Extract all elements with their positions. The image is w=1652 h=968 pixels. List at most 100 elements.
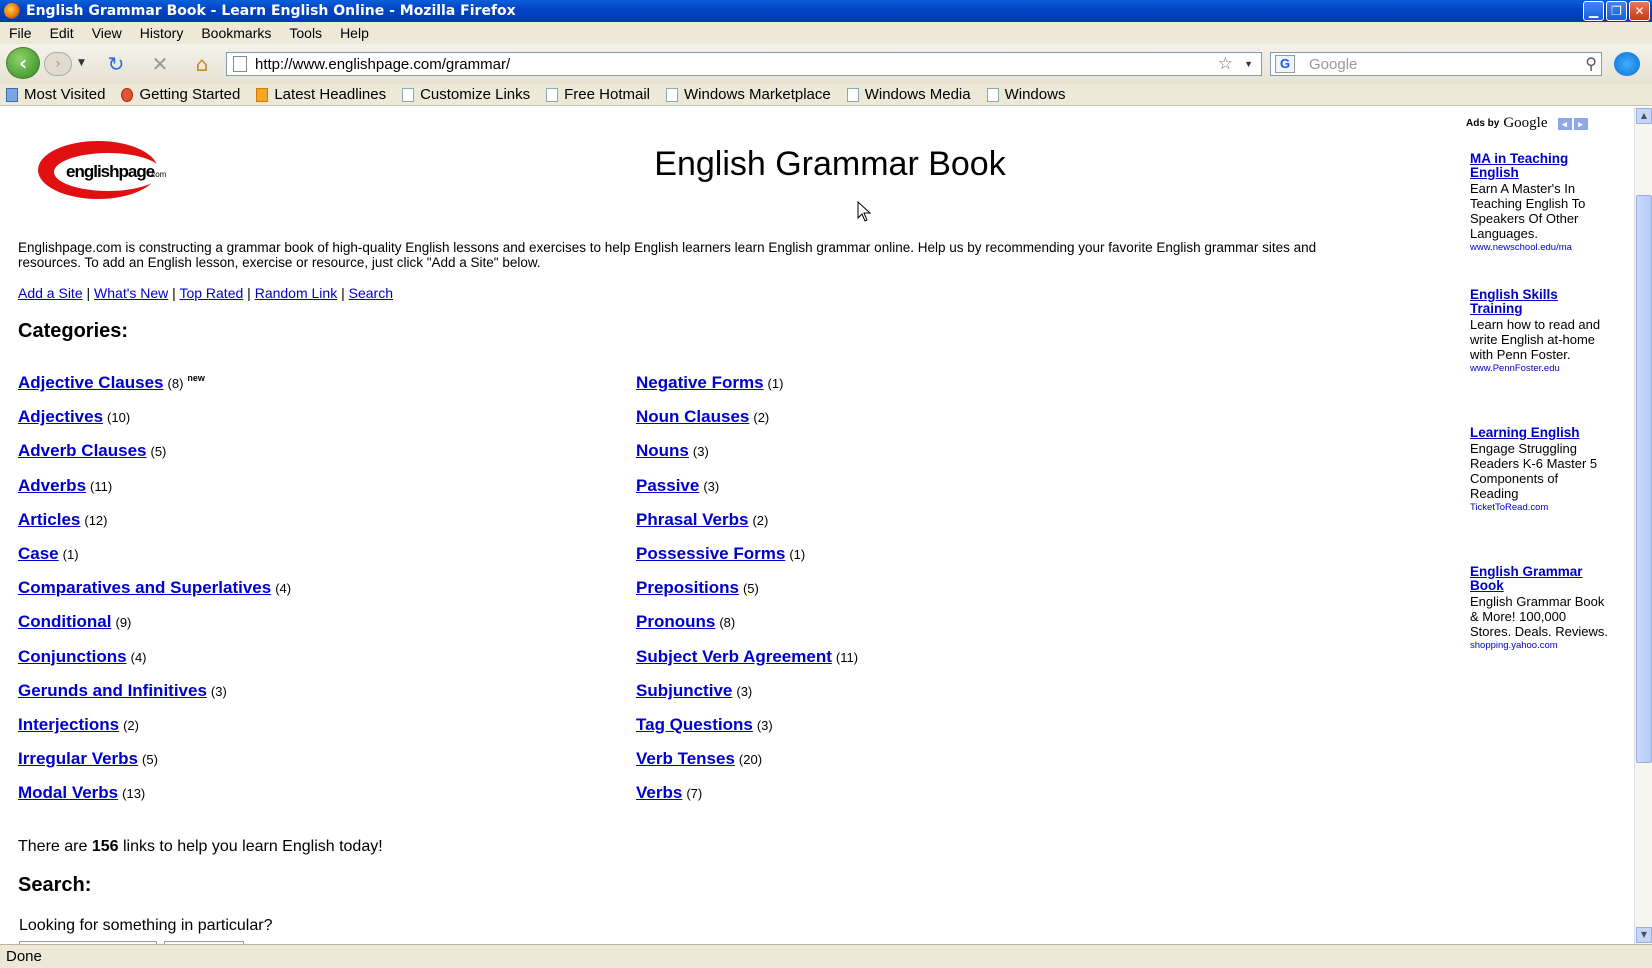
category-link[interactable]: Phrasal Verbs — [636, 510, 748, 529]
category-count: (5) — [142, 752, 158, 768]
category-link[interactable]: Interjections — [18, 715, 119, 734]
vertical-scrollbar[interactable]: ▲ ▼ — [1634, 107, 1652, 944]
bookmark-customize-links[interactable]: Customize Links — [396, 86, 530, 103]
menu-help[interactable]: Help — [331, 25, 378, 41]
category-link[interactable]: Adjectives — [18, 407, 103, 426]
category-link[interactable]: Adverbs — [18, 476, 86, 495]
ads-label: Ads by — [1466, 118, 1500, 129]
category-link[interactable]: Gerunds and Infinitives — [18, 681, 207, 700]
search-bar[interactable]: G Google ⚲ — [1270, 52, 1602, 76]
ad-title-link[interactable]: English Grammar Book — [1470, 564, 1583, 593]
category-count: (3) — [736, 683, 753, 699]
minimize-button[interactable]: ▁ — [1583, 1, 1604, 21]
add-a-site-link[interactable]: Add a Site — [18, 285, 83, 301]
category-link[interactable]: Irregular Verbs — [18, 749, 138, 768]
skype-icon[interactable] — [1614, 52, 1640, 76]
category-link[interactable]: Modal Verbs — [18, 783, 118, 802]
scroll-up-arrow-icon[interactable]: ▲ — [1636, 108, 1652, 124]
top-rated-link[interactable]: Top Rated — [179, 285, 243, 301]
category-count: (4) — [130, 649, 147, 665]
window-title: English Grammar Book - Learn English Onl… — [26, 3, 516, 19]
menu-tools[interactable]: Tools — [280, 25, 331, 41]
ad-title-link[interactable]: Learning English — [1470, 425, 1580, 440]
back-button[interactable]: ‹ — [6, 47, 40, 79]
search-engine-icon[interactable]: G — [1275, 55, 1295, 73]
category-count: (8) — [167, 376, 184, 391]
bookmark-star-icon[interactable]: ☆ — [1218, 54, 1233, 74]
ad-url[interactable]: shopping.yahoo.com — [1470, 640, 1610, 651]
category-link[interactable]: Conditional — [18, 612, 111, 631]
category-item: Interjections (2) — [18, 715, 291, 749]
scroll-thumb[interactable] — [1636, 195, 1652, 763]
ad-body: Engage Struggling Readers K-6 Master 5 C… — [1470, 441, 1598, 501]
menu-history[interactable]: History — [131, 25, 193, 41]
category-link[interactable]: Adjective Clauses — [18, 373, 164, 392]
maximize-button[interactable]: ❐ — [1606, 1, 1627, 21]
whats-new-link[interactable]: What's New — [94, 285, 168, 301]
englishpage-logo[interactable]: englishpage .com — [36, 139, 174, 201]
category-link[interactable]: Possessive Forms — [636, 544, 785, 563]
ad-url[interactable]: www.PennFoster.edu — [1470, 363, 1610, 374]
category-link[interactable]: Noun Clauses — [636, 407, 749, 426]
category-item: Pronouns (8) — [636, 612, 858, 646]
ad-url[interactable]: TicketToRead.com — [1470, 502, 1610, 513]
category-item: Prepositions (5) — [636, 578, 858, 612]
ad-item: MA in Teaching English Earn A Master's I… — [1470, 151, 1610, 254]
ad-url[interactable]: www.newschool.edu/ma — [1470, 242, 1610, 253]
stop-icon[interactable]: ✕ — [148, 52, 172, 76]
category-link[interactable]: Comparatives and Superlatives — [18, 578, 271, 597]
category-link[interactable]: Case — [18, 544, 59, 563]
google-brand[interactable]: Google — [1503, 115, 1547, 132]
category-item: Modal Verbs (13) — [18, 783, 291, 817]
category-link[interactable]: Verbs — [636, 783, 682, 802]
mouse-cursor-icon — [857, 201, 871, 222]
bookmark-windows-marketplace[interactable]: Windows Marketplace — [660, 86, 831, 103]
bookmark-most-visited[interactable]: Most Visited — [0, 86, 105, 103]
category-link[interactable]: Articles — [18, 510, 80, 529]
search-link[interactable]: Search — [349, 285, 393, 301]
category-link[interactable]: Conjunctions — [18, 647, 127, 666]
category-link[interactable]: Negative Forms — [636, 373, 764, 392]
categories-right-column: Negative Forms (1) Noun Clauses (2) Nouns (3)… — [636, 373, 858, 817]
ad-title-link[interactable]: MA in Teaching English — [1470, 151, 1568, 180]
category-link[interactable]: Prepositions — [636, 578, 739, 597]
category-link[interactable]: Tag Questions — [636, 715, 753, 734]
menu-bookmarks[interactable]: Bookmarks — [192, 25, 280, 41]
category-link[interactable]: Passive — [636, 476, 699, 495]
category-item: Adverbs (11) — [18, 476, 291, 510]
history-dropdown-icon[interactable]: ▼ — [78, 58, 85, 68]
category-link[interactable]: Adverb Clauses — [18, 441, 147, 460]
bookmark-windows-media[interactable]: Windows Media — [841, 86, 971, 103]
home-icon[interactable]: ⌂ — [190, 52, 214, 76]
search-icon[interactable]: ⚲ — [1585, 54, 1597, 74]
ad-nav-icons[interactable]: ◂ ▸ — [1557, 117, 1588, 130]
address-bar[interactable]: http://www.englishpage.com/grammar/ ☆ ▼ — [226, 52, 1262, 76]
random-link-link[interactable]: Random Link — [255, 285, 338, 301]
category-link[interactable]: Subject Verb Agreement — [636, 647, 832, 666]
category-count: (20) — [738, 752, 763, 768]
category-link[interactable]: Subjunctive — [636, 681, 732, 700]
bookmark-getting-started[interactable]: Getting Started — [115, 86, 240, 103]
category-item: Irregular Verbs (5) — [18, 749, 291, 783]
menu-file[interactable]: File — [0, 25, 41, 41]
bookmark-windows[interactable]: Windows — [981, 86, 1065, 103]
category-count: (3) — [703, 478, 720, 494]
bookmark-label: Free Hotmail — [564, 86, 650, 103]
category-link[interactable]: Nouns — [636, 441, 689, 460]
category-link[interactable]: Pronouns — [636, 612, 715, 631]
category-count: (12) — [84, 512, 108, 528]
scroll-down-arrow-icon[interactable]: ▼ — [1636, 927, 1652, 943]
url-dropdown-icon[interactable]: ▼ — [1244, 59, 1253, 69]
ad-title-link[interactable]: English Skills Training — [1470, 287, 1558, 316]
category-count: (8) — [719, 615, 736, 631]
menu-view[interactable]: View — [83, 25, 131, 41]
bookmark-free-hotmail[interactable]: Free Hotmail — [540, 86, 650, 103]
menu-edit[interactable]: Edit — [41, 25, 83, 41]
bookmark-latest-headlines[interactable]: Latest Headlines — [250, 86, 386, 103]
ad-body: Learn how to read and write English at-h… — [1470, 317, 1601, 362]
logo-text: englishpage — [66, 162, 155, 181]
reload-icon[interactable]: ↻ — [104, 52, 128, 76]
category-link[interactable]: Verb Tenses — [636, 749, 735, 768]
forward-button[interactable]: › — [44, 52, 72, 76]
close-button[interactable]: ✕ — [1629, 1, 1650, 21]
